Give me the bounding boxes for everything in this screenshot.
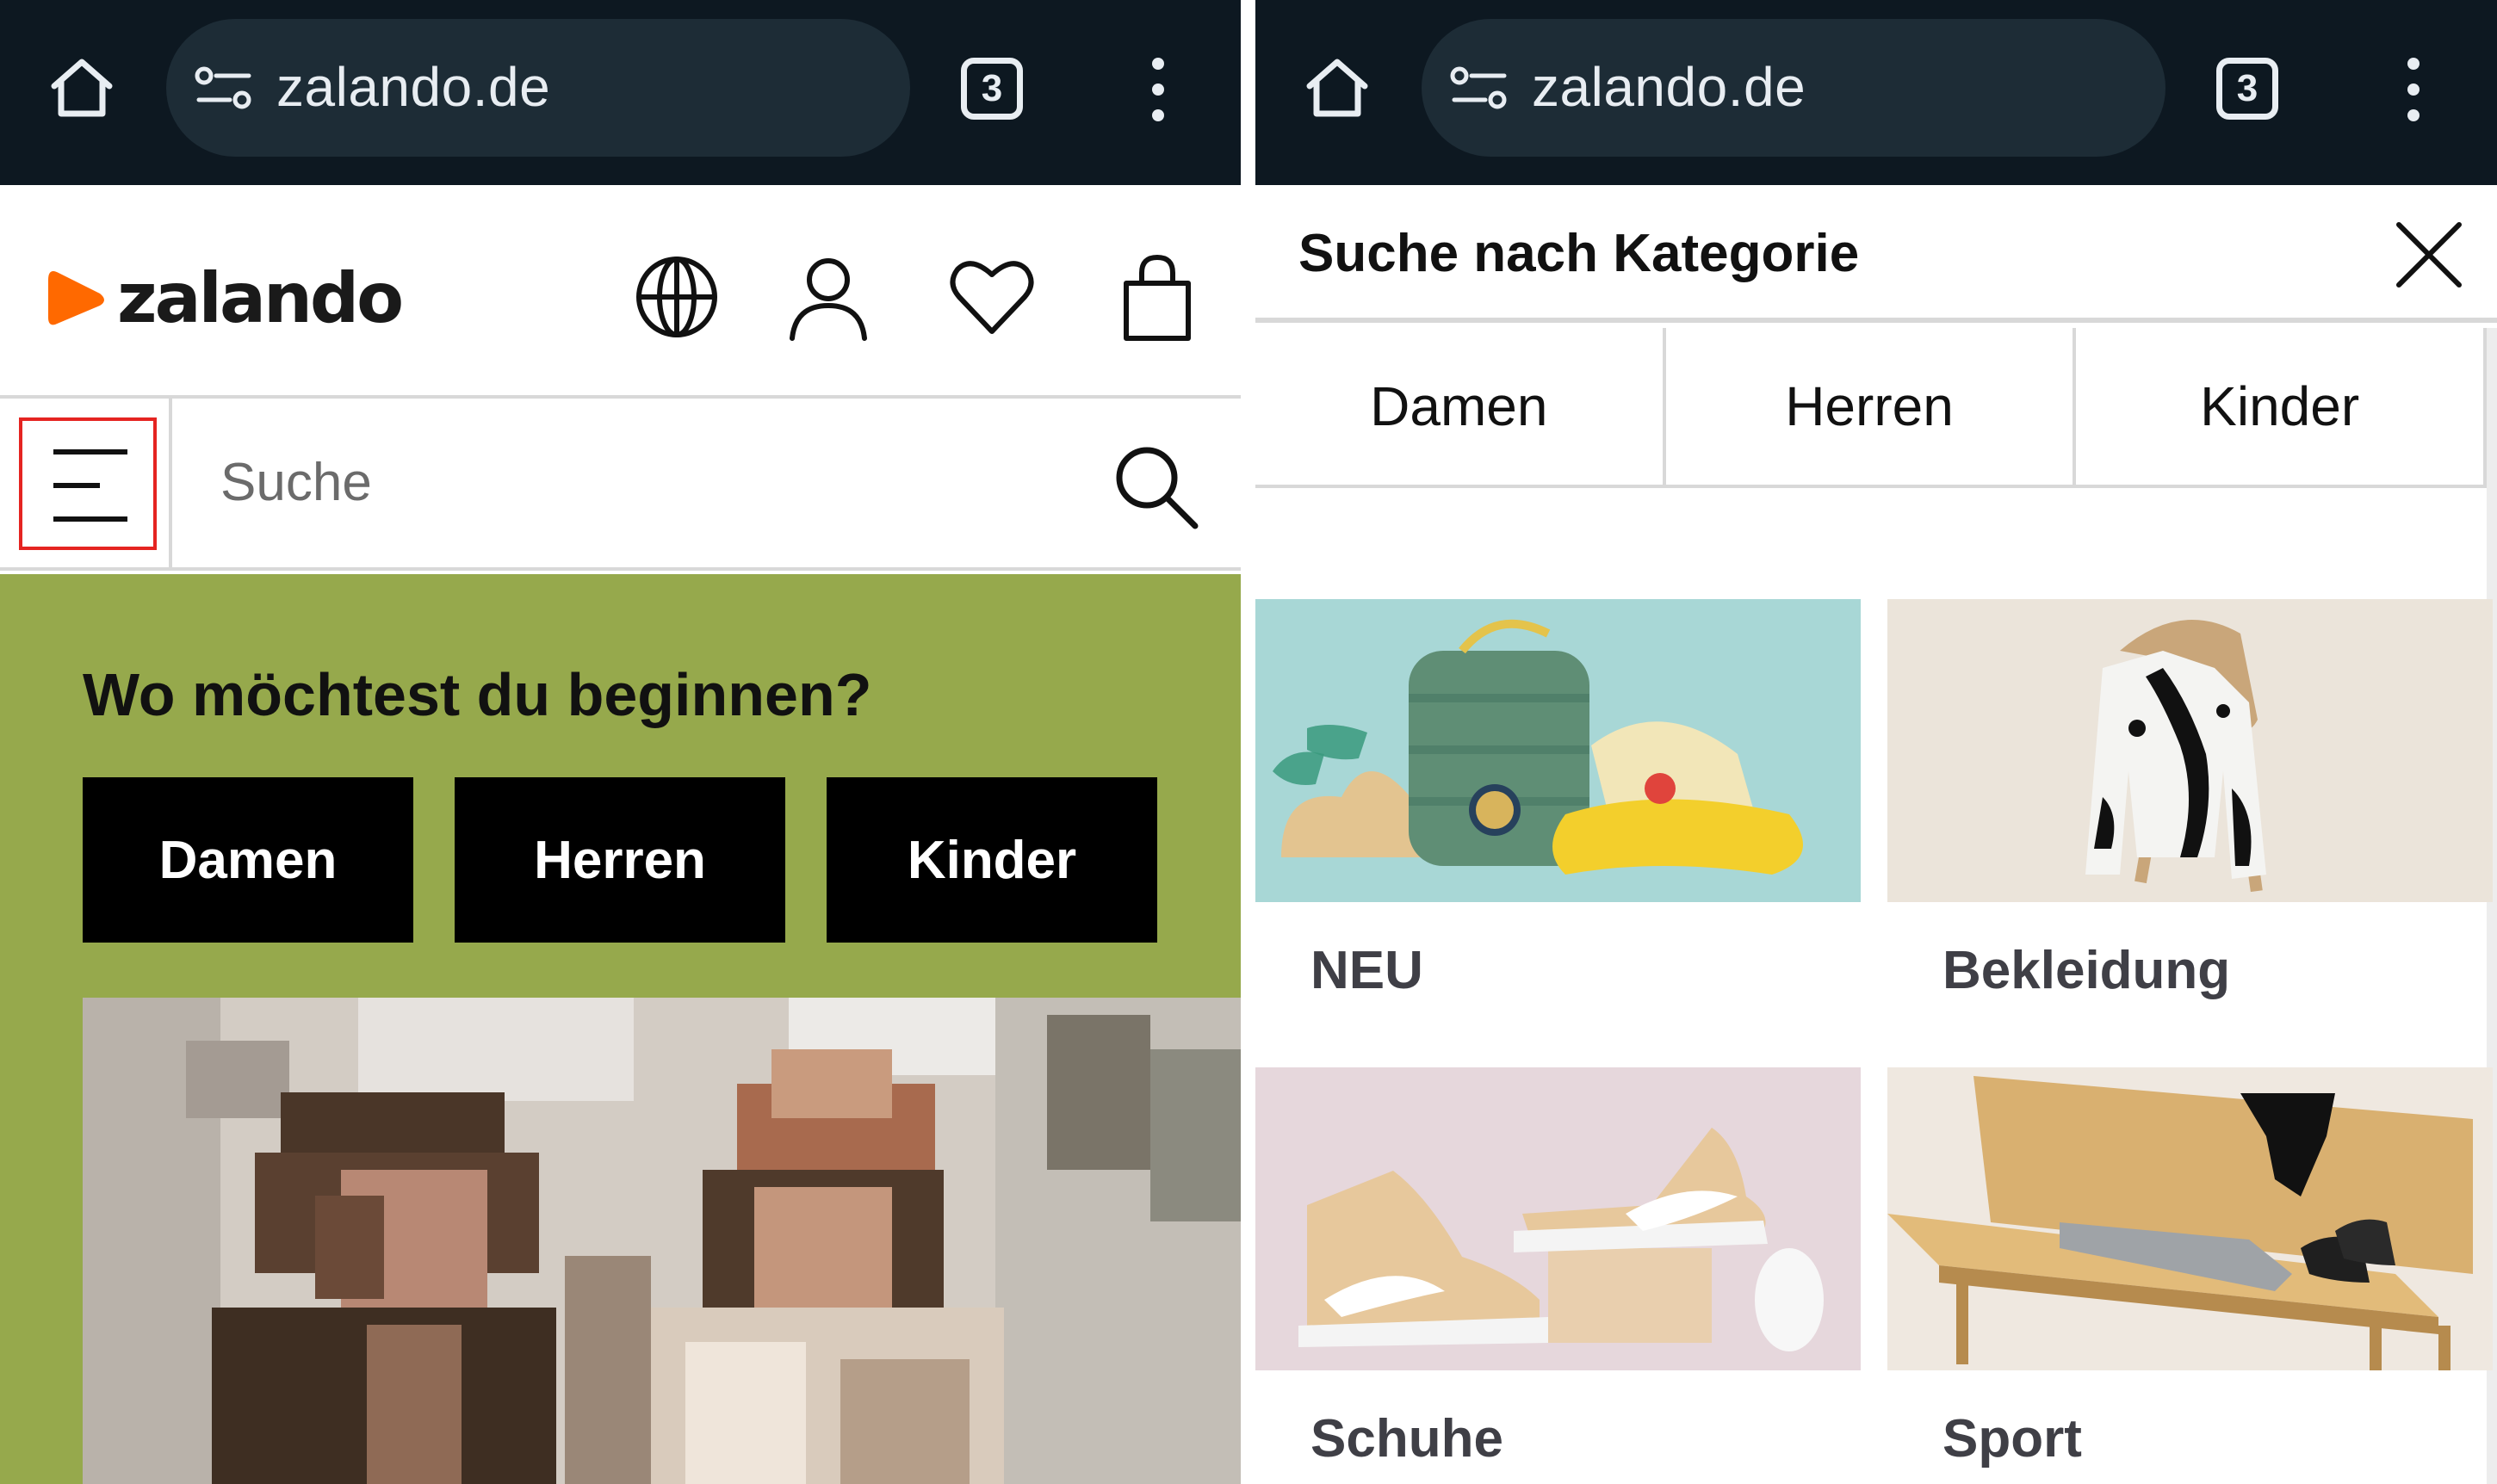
heart-icon[interactable] [947,252,1037,342]
kinder-button[interactable]: Kinder [827,777,1157,943]
category-tile-sport[interactable]: Sport [1887,1067,2493,1469]
site-header: zalando [0,185,1241,399]
category-image [1887,599,2493,902]
damen-button[interactable]: Damen [83,777,413,943]
globe-icon[interactable] [632,252,722,342]
pixelated-photo [83,998,1241,1484]
gender-tabs: Damen Herren Kinder [1255,328,2488,488]
shopping-bag-icon[interactable] [1112,252,1202,342]
category-label: Bekleidung [1942,941,2231,1000]
tab-kinder[interactable]: Kinder [2076,328,2488,485]
zalando-logo[interactable]: zalando [45,258,404,338]
url-text: zalando.de [276,56,551,118]
panel-title: Suche nach Kategorie [1298,224,1860,283]
home-icon[interactable] [1303,53,1372,122]
search-input[interactable]: Suche [220,452,372,513]
site-settings-icon[interactable] [194,65,254,110]
tab-damen[interactable]: Damen [1255,328,1666,485]
user-icon[interactable] [784,252,873,342]
menu-button[interactable] [19,417,157,550]
tab-herren[interactable]: Herren [1666,328,2077,485]
category-panel-header: Suche nach Kategorie [1255,185,2497,323]
zalando-logo-icon [48,271,104,325]
url-text: zalando.de [1532,56,1806,118]
category-image [1255,599,1861,902]
category-label: Sport [1942,1409,2082,1469]
close-icon[interactable] [2390,216,2468,294]
left-screen: zalando.de 3 zalando Suche Wo möchtest d… [0,0,1241,1484]
tab-switcher-icon[interactable]: 3 [961,58,1023,120]
category-tile-bekleidung[interactable]: Bekleidung [1887,599,2493,1001]
kebab-menu-icon[interactable] [1137,55,1180,124]
tab-switcher-icon[interactable]: 3 [2216,58,2278,120]
category-label: NEU [1310,941,1423,1000]
category-image [1255,1067,1861,1370]
category-tile-neu[interactable]: NEU [1255,599,1861,1001]
address-bar[interactable]: zalando.de [166,19,910,157]
hamburger-menu-icon [53,449,127,522]
browser-toolbar: zalando.de 3 [0,0,1241,185]
search-bar: Suche [0,399,1241,571]
category-promo: Wo möchtest du beginnen? Damen Herren Ki… [0,574,1241,1484]
screenshot-divider [1241,0,1255,1484]
hero-image[interactable] [83,998,1241,1484]
category-label: Schuhe [1310,1409,1503,1469]
kebab-menu-icon[interactable] [2392,55,2435,124]
category-image [1887,1067,2493,1370]
search-icon[interactable] [1111,442,1200,531]
promo-question: Wo möchtest du beginnen? [83,661,872,728]
site-settings-icon[interactable] [1449,65,1509,110]
address-bar[interactable]: zalando.de [1422,19,2166,157]
search-divider [169,399,172,571]
herren-button[interactable]: Herren [455,777,785,943]
home-icon[interactable] [47,53,116,122]
logo-text: zalando [117,258,404,338]
right-screen: zalando.de 3 Suche nach Kategorie Damen … [1255,0,2497,1484]
category-tile-schuhe[interactable]: Schuhe [1255,1067,1861,1469]
browser-toolbar: zalando.de 3 [1255,0,2497,185]
